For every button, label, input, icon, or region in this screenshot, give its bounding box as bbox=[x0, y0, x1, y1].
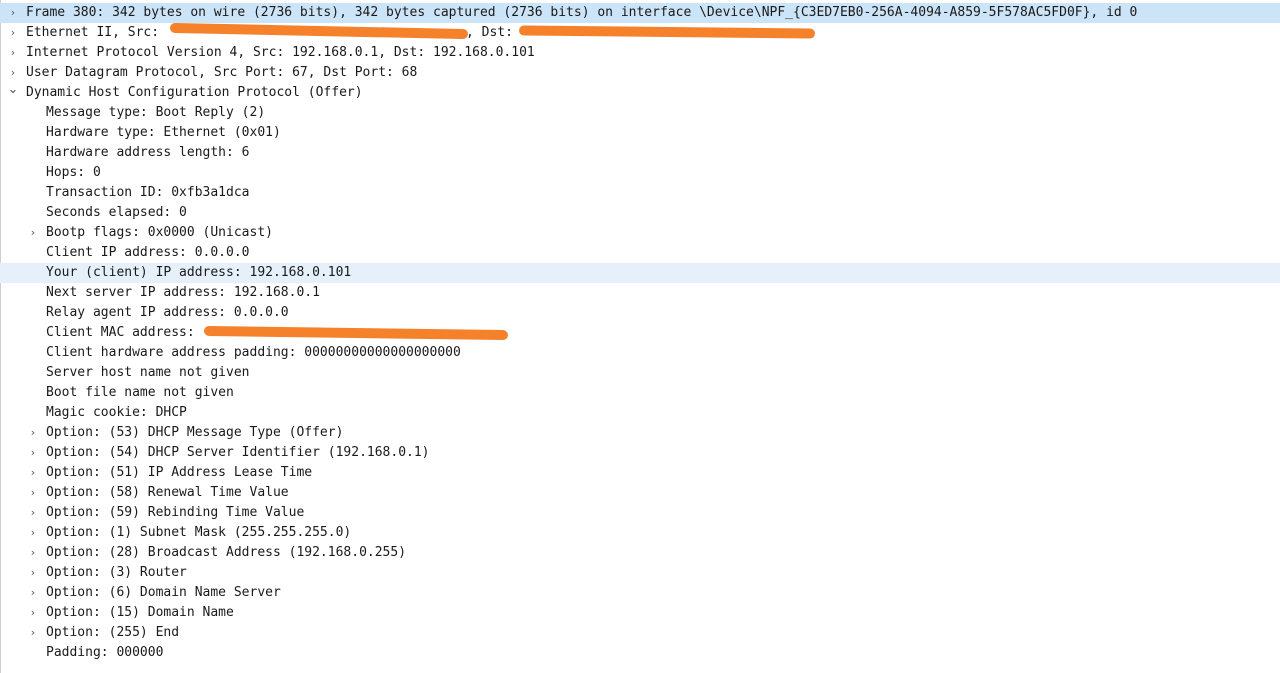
tree-row-label: Ethernet II, Src: bbox=[26, 25, 160, 40]
packet-details-tree[interactable]: › Frame 380: 342 bytes on wire (2736 bits… bbox=[0, 3, 1280, 663]
tree-row-label: Option: (53) DHCP Message Type (Offer) bbox=[46, 425, 344, 440]
tree-row-label: Option: (255) End bbox=[46, 625, 180, 640]
tree-row-message-type-boot-reply[interactable]: Message type: Boot Reply (2) bbox=[0, 103, 1280, 123]
chevron-right-icon[interactable]: › bbox=[26, 523, 40, 543]
tree-row-label: Server host name not given bbox=[46, 365, 250, 380]
tree-row-label: Frame 380: 342 bytes on wire (2736 bits)… bbox=[26, 5, 1138, 20]
tree-row-label: Option: (15) Domain Name bbox=[46, 605, 234, 620]
tree-row-label: Dynamic Host Configuration Protocol (Off… bbox=[26, 85, 363, 100]
tree-row-label: Next server IP address: 192.168.0.1 bbox=[46, 285, 320, 300]
tree-row-label: Client hardware address padding: 0000000… bbox=[46, 345, 461, 360]
tree-row-label: Option: (3) Router bbox=[46, 565, 187, 580]
redaction-mark bbox=[169, 22, 469, 40]
tree-row-label: Internet Protocol Version 4, Src: 192.16… bbox=[26, 45, 535, 60]
chevron-right-icon[interactable]: › bbox=[26, 603, 40, 623]
chevron-right-icon[interactable]: › bbox=[26, 543, 40, 563]
tree-row-option-domain-name-server[interactable]: › Option: (6) Domain Name Server bbox=[0, 583, 1280, 603]
tree-row-transaction-id-0xfb3a1dca[interactable]: Transaction ID: 0xfb3a1dca bbox=[0, 183, 1280, 203]
tree-row-next-server-ip-address-192-168-0-1[interactable]: Next server IP address: 192.168.0.1 bbox=[0, 283, 1280, 303]
tree-row-seconds-elapsed-0[interactable]: Seconds elapsed: 0 bbox=[0, 203, 1280, 223]
tree-row-your-ip-address-192-168-0-101[interactable]: Your (client) IP address: 192.168.0.101 bbox=[0, 263, 1280, 283]
tree-row-padding-000000[interactable]: Padding: 000000 bbox=[0, 643, 1280, 663]
tree-row-label: Client MAC address: bbox=[46, 325, 195, 340]
tree-row-label: Boot file name not given bbox=[46, 385, 234, 400]
tree-row-user-datagram-protocol-src-port-67-dst-p[interactable]: › User Datagram Protocol, Src Port: 67, D… bbox=[0, 63, 1280, 83]
chevron-right-icon[interactable]: › bbox=[26, 583, 40, 603]
tree-row-label: Message type: Boot Reply (2) bbox=[46, 105, 266, 120]
tree-row-client-hardware-address-padding-00000000[interactable]: Client hardware address padding: 0000000… bbox=[0, 343, 1280, 363]
chevron-right-icon[interactable]: › bbox=[26, 423, 40, 443]
tree-row-label: Transaction ID: 0xfb3a1dca bbox=[46, 185, 250, 200]
tree-row-label: Option: (6) Domain Name Server bbox=[46, 585, 281, 600]
tree-row-hardware-address-length-6[interactable]: Hardware address length: 6 bbox=[0, 143, 1280, 163]
tree-row-boot-file-name-not-given[interactable]: Boot file name not given bbox=[0, 383, 1280, 403]
tree-row-label: Option: (54) DHCP Server Identifier (192… bbox=[46, 445, 430, 460]
tree-row-label: Hardware address length: 6 bbox=[46, 145, 250, 160]
tree-row-bootp-flags-0x0000[interactable]: › Bootp flags: 0x0000 (Unicast) bbox=[0, 223, 1280, 243]
chevron-right-icon[interactable]: › bbox=[26, 563, 40, 583]
tree-row-option-rebinding-time-value[interactable]: › Option: (59) Rebinding Time Value bbox=[0, 503, 1280, 523]
chevron-right-icon[interactable]: › bbox=[6, 3, 20, 23]
tree-row-relay-agent-ip-address-0-0-0-0[interactable]: Relay agent IP address: 0.0.0.0 bbox=[0, 303, 1280, 323]
tree-row-label: Padding: 000000 bbox=[46, 645, 164, 660]
tree-row-option-ip-address-lease-time[interactable]: › Option: (51) IP Address Lease Time bbox=[0, 463, 1280, 483]
tree-row-client-ip-address-0-0-0-0[interactable]: Client IP address: 0.0.0.0 bbox=[0, 243, 1280, 263]
tree-row-option-dhcp-message-type[interactable]: › Option: (53) DHCP Message Type (Offer) bbox=[0, 423, 1280, 443]
tree-row-client-mac-address[interactable]: Client MAC address: bbox=[0, 323, 1280, 343]
chevron-down-icon[interactable]: ⌄ bbox=[6, 83, 20, 103]
chevron-right-icon[interactable]: › bbox=[6, 63, 20, 83]
tree-row-hops-0[interactable]: Hops: 0 bbox=[0, 163, 1280, 183]
tree-row-label: Option: (1) Subnet Mask (255.255.255.0) bbox=[46, 525, 352, 540]
tree-row-option-end[interactable]: › Option: (255) End bbox=[0, 623, 1280, 643]
tree-row-label: Bootp flags: 0x0000 (Unicast) bbox=[46, 225, 273, 240]
tree-row-magic-cookie-dhcp[interactable]: Magic cookie: DHCP bbox=[0, 403, 1280, 423]
tree-row-label: Option: (58) Renewal Time Value bbox=[46, 485, 289, 500]
tree-row-label: Hardware type: Ethernet (0x01) bbox=[46, 125, 281, 140]
tree-row-option-domain-name[interactable]: › Option: (15) Domain Name bbox=[0, 603, 1280, 623]
tree-row-label: Magic cookie: DHCP bbox=[46, 405, 187, 420]
tree-row-option-subnet-mask[interactable]: › Option: (1) Subnet Mask (255.255.255.0) bbox=[0, 523, 1280, 543]
tree-row-option-router[interactable]: › Option: (3) Router bbox=[0, 563, 1280, 583]
tree-row-label: Option: (59) Rebinding Time Value bbox=[46, 505, 305, 520]
tree-row-label: User Datagram Protocol, Src Port: 67, Ds… bbox=[26, 65, 418, 80]
tree-row-label: Seconds elapsed: 0 bbox=[46, 205, 187, 220]
redaction-mark bbox=[203, 325, 509, 341]
tree-row-label: Your (client) IP address: 192.168.0.101 bbox=[46, 265, 352, 280]
chevron-right-icon[interactable]: › bbox=[26, 483, 40, 503]
tree-row-option-renewal-time-value[interactable]: › Option: (58) Renewal Time Value bbox=[0, 483, 1280, 503]
tree-row-label: Client IP address: 0.0.0.0 bbox=[46, 245, 250, 260]
tree-row-option-broadcast-address[interactable]: › Option: (28) Broadcast Address (192.168… bbox=[0, 543, 1280, 563]
tree-row-label-dst: , Dst: bbox=[466, 25, 513, 40]
tree-row-server-host-name-not-given[interactable]: Server host name not given bbox=[0, 363, 1280, 383]
tree-row-label: Hops: 0 bbox=[46, 165, 101, 180]
chevron-right-icon[interactable]: › bbox=[26, 463, 40, 483]
chevron-right-icon[interactable]: › bbox=[26, 623, 40, 643]
tree-row-label: Option: (28) Broadcast Address (192.168.… bbox=[46, 545, 407, 560]
chevron-right-icon[interactable]: › bbox=[26, 223, 40, 243]
tree-row-option-dhcp-server-identifier[interactable]: › Option: (54) DHCP Server Identifier (19… bbox=[0, 443, 1280, 463]
chevron-right-icon[interactable]: › bbox=[26, 503, 40, 523]
tree-row-internet-protocol-version-4-src-192-168-[interactable]: › Internet Protocol Version 4, Src: 192.1… bbox=[0, 43, 1280, 63]
tree-row-ethernet-ii-src[interactable]: › Ethernet II, Src: , Dst: bbox=[0, 22, 1280, 43]
chevron-right-icon[interactable]: › bbox=[26, 443, 40, 463]
chevron-right-icon[interactable]: › bbox=[6, 23, 20, 43]
tree-row-label: Option: (51) IP Address Lease Time bbox=[46, 465, 313, 480]
tree-row-frame-380-342-bytes-on-wire-342-bytes-ca[interactable]: › Frame 380: 342 bytes on wire (2736 bits… bbox=[0, 3, 1280, 23]
chevron-right-icon[interactable]: › bbox=[6, 43, 20, 63]
tree-row-dynamic-host-configuration-protocol[interactable]: ⌄ Dynamic Host Configuration Protocol (Of… bbox=[0, 83, 1280, 103]
tree-row-hardware-type-ethernet[interactable]: Hardware type: Ethernet (0x01) bbox=[0, 123, 1280, 143]
tree-row-label: Relay agent IP address: 0.0.0.0 bbox=[46, 305, 289, 320]
redaction-mark bbox=[518, 25, 816, 39]
